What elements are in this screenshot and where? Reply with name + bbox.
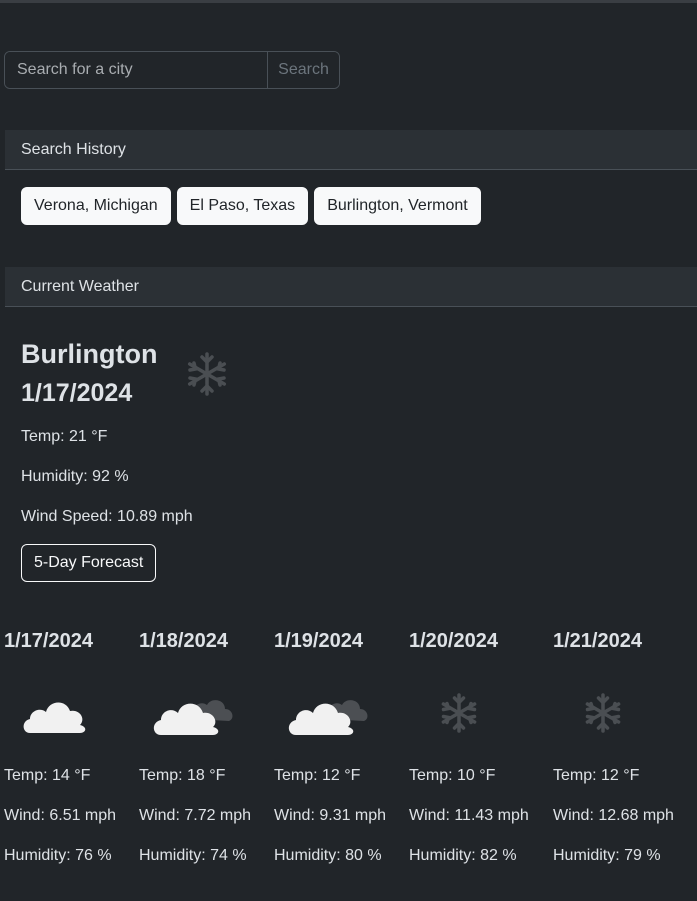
- forecast-date: 1/21/2024: [553, 630, 642, 652]
- history-item-el-paso[interactable]: El Paso, Texas: [176, 187, 309, 225]
- snow-icon: [585, 693, 621, 733]
- search-history-title: Search History: [21, 140, 126, 158]
- forecast-date: 1/20/2024: [409, 630, 498, 652]
- history-item-burlington[interactable]: Burlington, Vermont: [314, 187, 481, 225]
- forecast-wind: Wind: 9.31 mph: [274, 807, 387, 824]
- broken-clouds-icon: [288, 700, 368, 735]
- five-day-forecast-button[interactable]: 5-Day Forecast: [21, 544, 157, 582]
- current-weather-title: Current Weather: [21, 277, 139, 295]
- search-history-header: Search History: [5, 130, 697, 170]
- current-date: 1/17/2024: [21, 379, 133, 407]
- cloud-icon: [23, 702, 86, 733]
- forecast-humidity: Humidity: 74 %: [139, 847, 247, 864]
- search-button[interactable]: Search: [268, 52, 339, 88]
- top-border: [0, 0, 697, 3]
- snow-icon: [441, 693, 477, 733]
- forecast-wind: Wind: 7.72 mph: [139, 807, 252, 824]
- search-history-list: Verona, Michigan El Paso, Texas Burlingt…: [21, 187, 481, 225]
- city-search-input[interactable]: [5, 52, 268, 88]
- broken-clouds-icon: [153, 700, 233, 735]
- forecast-wind: Wind: 12.68 mph: [553, 807, 674, 824]
- snow-icon: [187, 352, 227, 396]
- current-weather-header: Current Weather: [5, 267, 697, 307]
- forecast-wind: Wind: 11.43 mph: [409, 807, 529, 824]
- forecast-temp: Temp: 10 °F: [409, 767, 496, 784]
- history-item-verona[interactable]: Verona, Michigan: [21, 187, 171, 225]
- forecast-temp: Temp: 18 °F: [139, 767, 226, 784]
- current-wind: Wind Speed: 10.89 mph: [21, 508, 193, 525]
- forecast-date: 1/17/2024: [4, 630, 93, 652]
- forecast-temp: Temp: 12 °F: [553, 767, 640, 784]
- city-search-form: Search: [4, 51, 340, 89]
- forecast-humidity: Humidity: 76 %: [4, 847, 112, 864]
- current-city: Burlington: [21, 339, 158, 369]
- forecast-wind: Wind: 6.51 mph: [4, 807, 117, 824]
- forecast-temp: Temp: 14 °F: [4, 767, 91, 784]
- current-temp: Temp: 21 °F: [21, 428, 108, 445]
- forecast-temp: Temp: 12 °F: [274, 767, 361, 784]
- forecast-date: 1/18/2024: [139, 630, 228, 652]
- forecast-humidity: Humidity: 79 %: [553, 847, 661, 864]
- forecast-humidity: Humidity: 82 %: [409, 847, 517, 864]
- current-humidity: Humidity: 92 %: [21, 468, 129, 485]
- forecast-humidity: Humidity: 80 %: [274, 847, 382, 864]
- forecast-date: 1/19/2024: [274, 630, 363, 652]
